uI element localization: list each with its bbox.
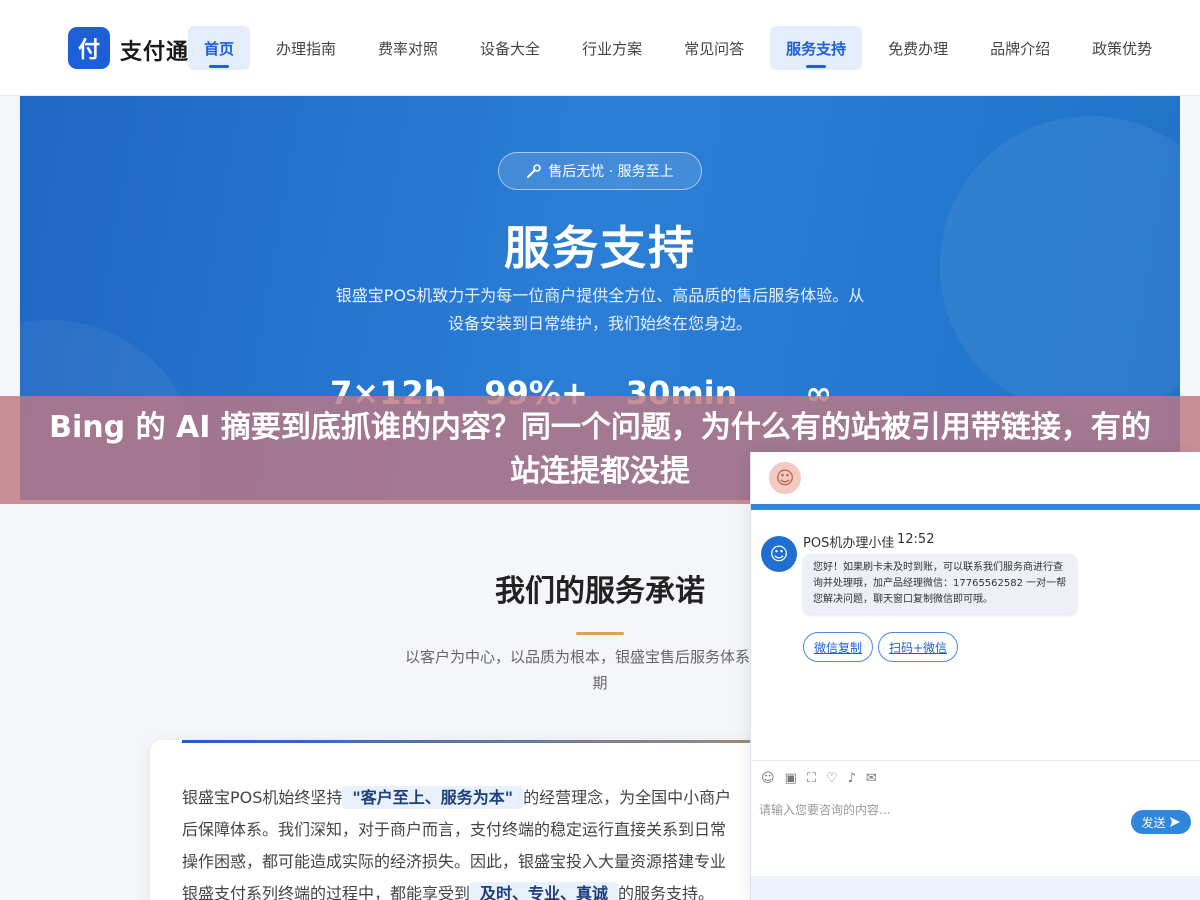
wechat-copy-button[interactable]: 微信复制 <box>803 632 873 662</box>
nav-item-industry[interactable]: 行业方案 <box>566 26 658 70</box>
chat-title: POS专业咨询与售后 <box>817 474 948 490</box>
message-time: 12:52 <box>897 532 935 547</box>
minimize-icon[interactable]: — <box>1149 462 1165 481</box>
send-label: 发送 <box>1141 815 1166 830</box>
message-bubble: 您好！如果刷卡未及时到账，可以联系我们服务商进行查询并处理哦，加产品经理微信：1… <box>803 554 1077 614</box>
wrench-icon <box>527 164 542 178</box>
chat-footer <box>751 876 1200 900</box>
image-icon[interactable]: ▣ <box>785 771 797 786</box>
hero-description: 银盛宝POS机致力于为每一位商户提供全方位、高品质的售后服务体验。从设备安装到日… <box>335 286 865 333</box>
chat-widget: ☺ POS专业咨询与售后 — ☐ ☺ POS机办理小佳 12:52 您好！如果刷… <box>750 452 1200 900</box>
card-highlight: "客户至上、服务为本" <box>342 786 524 809</box>
screenshot-icon[interactable]: ⛶ <box>807 771 816 786</box>
evaluate-icon[interactable]: ♡ <box>826 771 838 786</box>
section-subtitle-line2: 期 <box>592 674 608 692</box>
scan-wechat-button[interactable]: 扫码+微信 <box>878 632 958 662</box>
hero-badge-label: 售后无忧 · 服务至上 <box>548 164 674 180</box>
chat-message-input[interactable] <box>759 798 1119 822</box>
chat-header-bar <box>751 504 1200 510</box>
card-line: 银盛宝POS机始终坚持 <box>182 788 343 807</box>
nav-item-home[interactable]: 首页 <box>188 26 251 70</box>
card-line: 银盛支付系列终端的过程中，都能享受到 <box>182 884 471 900</box>
card-line: 的服务支持。 <box>618 884 715 900</box>
section-subtitle-line1: 以客户为中心，以品质为根本，银盛宝售后服务体系全面覆 <box>404 648 795 666</box>
nav-item-policy[interactable]: 政策优势 <box>1076 26 1168 70</box>
agent-avatar: ☺ <box>761 536 797 572</box>
hero-badge: 售后无忧 · 服务至上 <box>498 152 702 190</box>
wechat-icon[interactable]: ✉ <box>866 771 877 786</box>
card-highlight: 及时、专业、真诚 <box>470 882 619 900</box>
section-underline <box>576 632 624 635</box>
logo-text[interactable]: 支付通 <box>120 34 189 66</box>
top-nav: 付 支付通 首页 办理指南 费率对照 设备大全 行业方案 常见问答 服务支持 免… <box>0 0 1200 96</box>
hero-title: 服务支持 <box>504 221 696 275</box>
chat-header: ☺ POS专业咨询与售后 — ☐ <box>751 452 1200 504</box>
chat-toolbar: ☺ ▣ ⛶ ♡ ♪ ✉ <box>751 760 1200 796</box>
maximize-icon[interactable]: ☐ <box>1173 462 1187 481</box>
emoji-icon[interactable]: ☺ <box>761 771 775 786</box>
nav-item-support[interactable]: 服务支持 <box>770 26 863 70</box>
nav-item-guide[interactable]: 办理指南 <box>260 26 352 70</box>
nav-item-faq[interactable]: 常见问答 <box>668 26 760 70</box>
nav-item-brand[interactable]: 品牌介绍 <box>974 26 1066 70</box>
card-line: 的经营理念，为全国中小商户 <box>523 788 732 807</box>
sound-icon[interactable]: ♪ <box>848 771 856 786</box>
send-icon <box>1169 817 1180 827</box>
agent-name: POS机办理小佳 <box>803 536 895 551</box>
nav-item-devices[interactable]: 设备大全 <box>464 26 556 70</box>
nav-item-rates[interactable]: 费率对照 <box>362 26 454 70</box>
support-avatar: ☺ <box>767 460 803 496</box>
send-button[interactable]: 发送 <box>1131 810 1191 834</box>
nav-menu: 首页 办理指南 费率对照 设备大全 行业方案 常见问答 服务支持 免费办理 品牌… <box>188 26 1178 70</box>
nav-item-free-apply[interactable]: 免费办理 <box>872 26 964 70</box>
logo-badge[interactable]: 付 <box>68 27 110 69</box>
